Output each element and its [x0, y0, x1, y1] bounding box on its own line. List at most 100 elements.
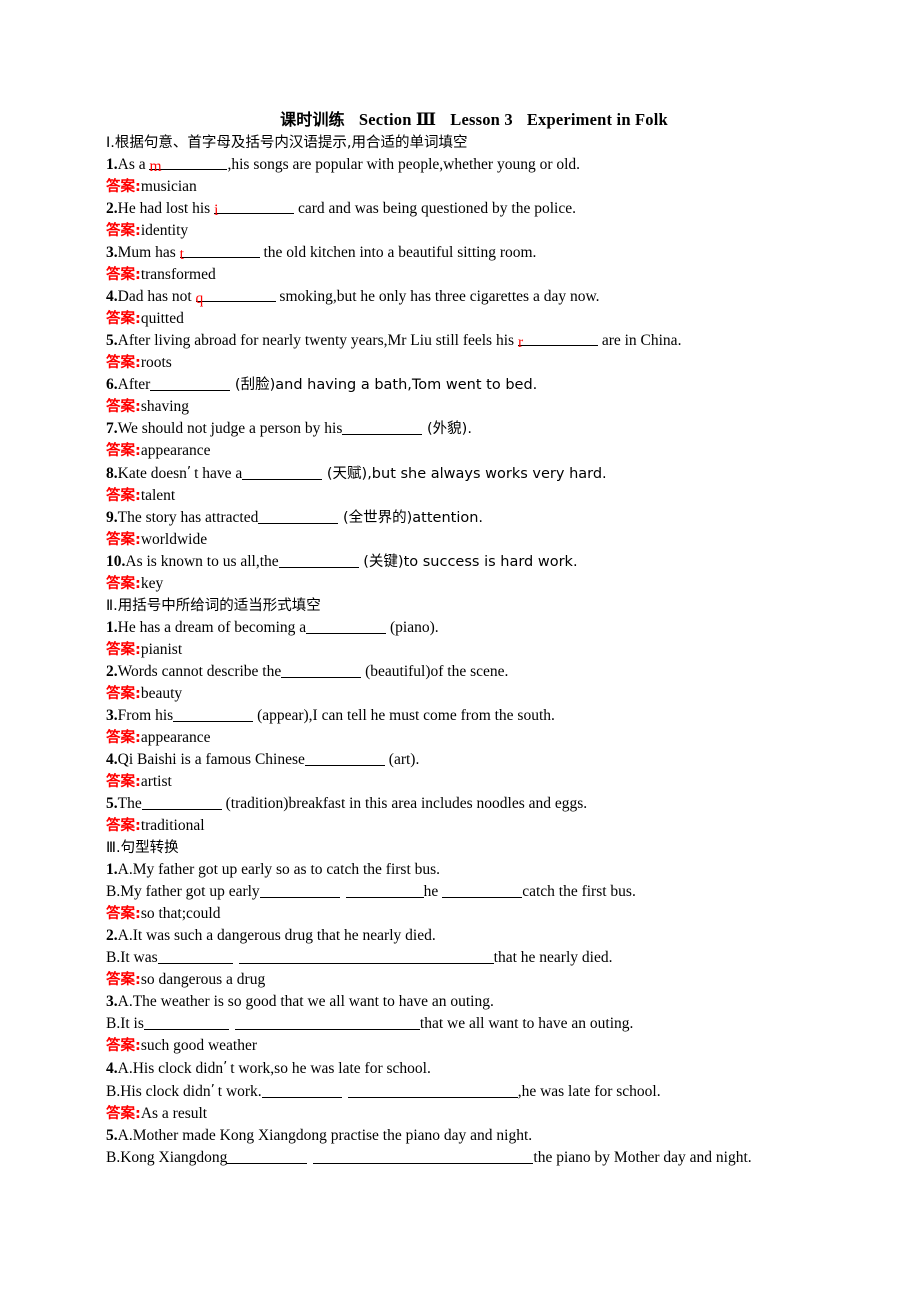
item-text-before: Dad has not [117, 288, 196, 305]
answer-text: so that;could [140, 905, 221, 922]
answer-label: 答案: [106, 223, 141, 239]
answer-text: shaving [140, 398, 190, 415]
answer-blank[interactable] [157, 950, 233, 964]
answer-blank[interactable] [258, 510, 339, 524]
section-heading-2: Ⅱ.用括号中所给词的适当形式填空 [106, 598, 321, 614]
item-text-after: smoking,but he only has three cigarettes… [275, 288, 600, 305]
question-item: 1.He has a dream of becoming a (piano). [106, 617, 812, 639]
answer-label: 答案: [106, 818, 141, 834]
answer-blank[interactable] [281, 664, 362, 678]
answer-label: 答案: [106, 1038, 141, 1054]
answer-line: 答案:pianist [106, 639, 812, 661]
question-item: 6.After (刮脸)and having a bath,Tom went t… [106, 374, 812, 396]
answer-line: 答案:so dangerous a drug [106, 969, 812, 991]
hint-letter-blank[interactable]: m [149, 156, 228, 175]
answer-text: As a result [140, 1105, 208, 1122]
answer-blank[interactable] [304, 752, 385, 766]
item-number: 5. [106, 1127, 118, 1144]
question-item: 8.Kate doesn’t have a (天赋),but she alway… [106, 462, 812, 485]
question-item-b: B.Kong Xiangdong the piano by Mother day … [106, 1147, 812, 1169]
hint-letter-blank[interactable]: i [214, 200, 295, 219]
answer-line: 答案:identity [106, 220, 812, 242]
question-item-a: 2.A.It was such a dangerous drug that he… [106, 925, 812, 947]
answer-label: 答案: [106, 1106, 141, 1122]
item-text-b-before: B.Kong Xiangdong [106, 1149, 228, 1166]
answer-label: 答案: [106, 686, 141, 702]
item-text-before: He has a dream of becoming a [117, 619, 307, 636]
answer-blank[interactable] [234, 1016, 420, 1030]
item-text-a: A.The weather is so good that we all wan… [117, 993, 494, 1010]
answer-label: 答案: [106, 267, 141, 283]
answer-text: such good weather [140, 1037, 258, 1054]
answer-blank[interactable] [259, 884, 340, 898]
item-text-before: He had lost his [117, 200, 215, 217]
section-heading-3: Ⅲ.句型转换 [106, 840, 179, 856]
answer-line: 答案:musician [106, 176, 812, 198]
hint-letter-blank[interactable]: t [179, 244, 260, 263]
item-text-before: After [117, 376, 151, 393]
answer-blank[interactable] [173, 708, 254, 722]
item-number: 5. [106, 795, 118, 812]
answer-line: 答案:roots [106, 352, 812, 374]
item-text-before: Words cannot describe the [117, 663, 282, 680]
answer-line: 答案:worldwide [106, 529, 812, 551]
item-text-after: (刮脸)and having a bath,Tom went to bed. [230, 377, 538, 393]
answer-text: identity [140, 222, 189, 239]
item-text-after: (piano). [386, 619, 439, 636]
question-item: 7.We should not judge a person by his (外… [106, 418, 812, 440]
hint-letter-blank[interactable]: q [195, 288, 276, 307]
answer-blank[interactable] [342, 421, 423, 435]
answer-text: beauty [140, 685, 183, 702]
answer-line: 答案:talent [106, 485, 812, 507]
item-text-before: From his [117, 707, 174, 724]
item-text-before: As a [117, 156, 150, 173]
answer-line: 答案:appearance [106, 440, 812, 462]
answer-label: 答案: [106, 311, 141, 327]
answer-label: 答案: [106, 642, 141, 658]
item-number: 4. [106, 751, 118, 768]
item-number: 3. [106, 993, 118, 1010]
answer-blank[interactable] [150, 377, 231, 391]
answer-text: talent [140, 487, 176, 504]
item-text-a: A.It was such a dangerous drug that he n… [117, 927, 436, 944]
answer-blank[interactable] [278, 554, 359, 568]
item-text-after: (beautiful)of the scene. [361, 663, 509, 680]
answer-blank[interactable] [141, 796, 222, 810]
hint-letter-blank[interactable]: r [517, 332, 598, 351]
page-title-cjk: 课时训练 [280, 110, 345, 129]
question-item: 1.As a m ,his songs are popular with peop… [106, 154, 812, 176]
answer-blank[interactable] [345, 884, 424, 898]
answer-label: 答案: [106, 972, 141, 988]
answer-blank[interactable] [227, 1150, 308, 1164]
question-item: 2.He had lost his i card and was being q… [106, 198, 812, 220]
item-text-before: As is known to us all,the [125, 553, 279, 570]
answer-blank[interactable] [242, 466, 323, 480]
answer-blank[interactable] [442, 884, 523, 898]
answer-label: 答案: [106, 399, 141, 415]
item-text-after: (外貌). [422, 421, 472, 437]
answer-blank[interactable] [347, 1084, 518, 1098]
question-item-b: B.It is that we all want to have an outin… [106, 1013, 812, 1035]
answer-label: 答案: [106, 488, 141, 504]
answer-text: appearance [140, 442, 211, 459]
page-title-lesson: Lesson 3 [450, 110, 513, 129]
answer-line: 答案:such good weather [106, 1035, 812, 1057]
answer-blank[interactable] [313, 1150, 534, 1164]
item-text-after: ,his songs are popular with people,wheth… [227, 156, 581, 173]
item-number: 1. [106, 619, 118, 636]
worksheet-page: 课时训练 Section Ⅲ Lesson 3 Experiment in Folk … [0, 0, 920, 1302]
item-text-b-before: B.It is [106, 1015, 144, 1032]
item-text-b-after: that he nearly died. [493, 949, 613, 966]
item-number: 9. [106, 509, 118, 526]
item-text-b-mid: he [423, 883, 443, 900]
answer-blank[interactable] [238, 950, 494, 964]
question-item: 5.After living abroad for nearly twenty … [106, 330, 812, 352]
question-item: 9.The story has attracted (全世界的)attentio… [106, 507, 812, 529]
answer-blank[interactable] [306, 620, 387, 634]
answer-blank[interactable] [143, 1016, 229, 1030]
item-text-b-after: ,he was late for school. [517, 1083, 661, 1100]
question-item-b: B.His clock didn’t work. ,he was late for… [106, 1080, 812, 1103]
answer-blank[interactable] [261, 1084, 342, 1098]
item-text-before: Qi Baishi is a famous Chinese [117, 751, 305, 768]
answer-text: roots [140, 354, 172, 371]
